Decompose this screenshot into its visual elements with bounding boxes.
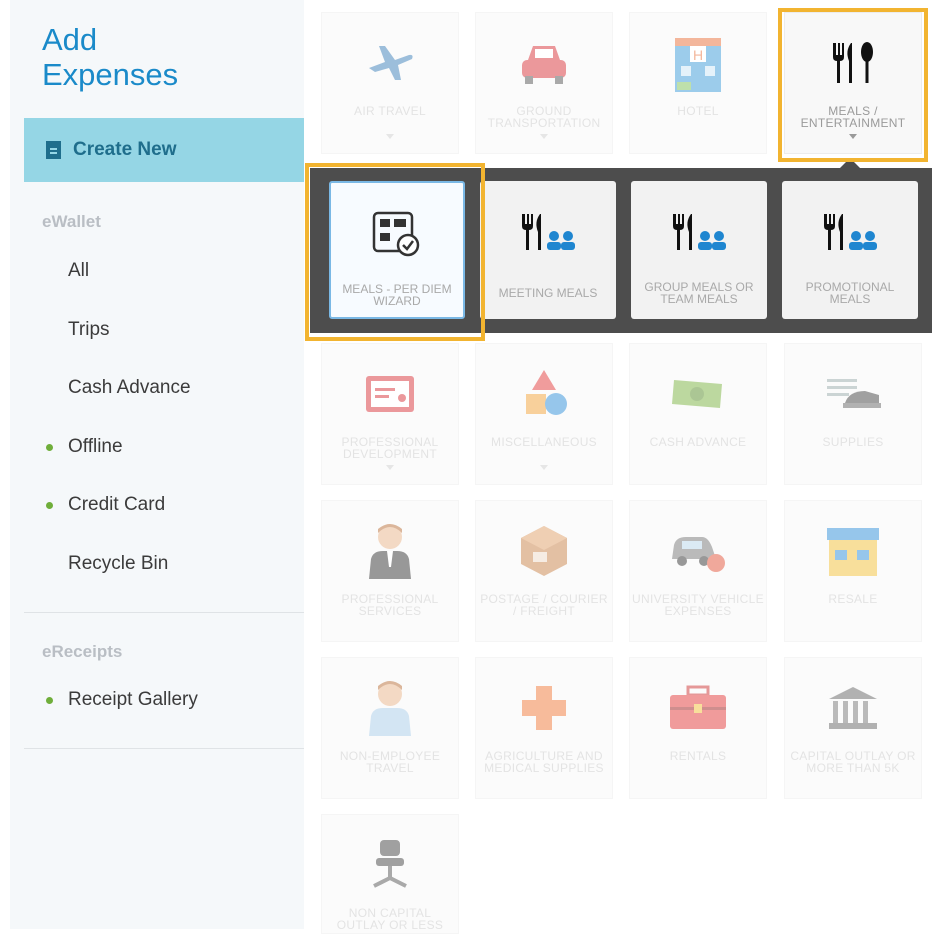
cash-icon bbox=[672, 380, 722, 408]
category-non-capital-outlay[interactable]: NON CAPITAL OUTLAY OR LESS bbox=[321, 814, 459, 934]
promotional-meals-icon bbox=[824, 214, 877, 250]
sidebar-item-offline[interactable]: Offline bbox=[46, 436, 123, 458]
package-icon bbox=[521, 526, 567, 576]
sidebar-item-credit-card[interactable]: Credit Card bbox=[46, 494, 165, 516]
submenu-pointer bbox=[840, 158, 860, 168]
hotel-icon: H bbox=[675, 38, 721, 92]
medical-cross-icon bbox=[522, 686, 566, 730]
certificate-icon bbox=[366, 376, 414, 412]
car-icon bbox=[522, 46, 566, 84]
category-resale[interactable]: RESALE bbox=[784, 500, 922, 642]
category-professional-development[interactable]: PROFESSIONAL DEVELOPMENT bbox=[321, 343, 459, 485]
category-miscellaneous[interactable]: MISCELLANEOUS bbox=[475, 343, 613, 485]
chevron-down-icon bbox=[540, 134, 548, 139]
vehicle-icon bbox=[672, 537, 725, 572]
chevron-down-icon bbox=[849, 134, 857, 139]
divider bbox=[24, 748, 304, 749]
page-title: Add Expenses bbox=[42, 22, 179, 92]
sidebar-item-trips[interactable]: Trips bbox=[68, 319, 110, 341]
store-icon bbox=[827, 528, 879, 576]
create-new-label: Create New bbox=[73, 139, 177, 160]
category-capital-outlay[interactable]: CAPITAL OUTLAY OR MORE THAN 5K bbox=[784, 657, 922, 799]
document-icon bbox=[46, 141, 61, 159]
sidebar-item-receipt-gallery[interactable]: Receipt Gallery bbox=[46, 689, 198, 711]
status-dot bbox=[46, 444, 53, 451]
toolbox-icon bbox=[670, 685, 726, 729]
cutlery-icon bbox=[833, 42, 873, 83]
category-university-vehicle-expenses[interactable]: UNIVERSITY VEHICLE EXPENSES bbox=[629, 500, 767, 642]
chevron-down-icon bbox=[540, 465, 548, 470]
sidebar-item-recycle-bin[interactable]: Recycle Bin bbox=[68, 553, 168, 575]
businessman-icon bbox=[369, 524, 411, 579]
stapler-icon bbox=[827, 379, 881, 408]
chevron-down-icon bbox=[386, 465, 394, 470]
person-icon bbox=[369, 681, 411, 736]
submenu-group-meals[interactable]: GROUP MEALS OR TEAM MEALS bbox=[631, 181, 767, 319]
submenu-promotional-meals[interactable]: PROMOTIONAL MEALS bbox=[782, 181, 918, 319]
sidebar: Add Expenses Create New eWallet All Trip… bbox=[10, 0, 304, 929]
shapes-icon bbox=[526, 370, 567, 415]
category-cash-advance[interactable]: CASH ADVANCE bbox=[629, 343, 767, 485]
category-agriculture-medical-supplies[interactable]: AGRICULTURE AND MEDICAL SUPPLIES bbox=[475, 657, 613, 799]
category-ground-transportation[interactable]: GROUND TRANSPORTATION bbox=[475, 12, 613, 154]
category-professional-services[interactable]: PROFESSIONAL SERVICES bbox=[321, 500, 459, 642]
group-meals-icon bbox=[673, 214, 726, 250]
office-chair-icon bbox=[373, 840, 407, 888]
divider bbox=[24, 612, 304, 613]
category-air-travel[interactable]: AIR TRAVEL bbox=[321, 12, 459, 154]
category-postage-courier-freight[interactable]: POSTAGE / COURIER / FREIGHT bbox=[475, 500, 613, 642]
bank-icon bbox=[829, 687, 877, 729]
category-rentals[interactable]: RENTALS bbox=[629, 657, 767, 799]
submenu-meals-per-diem-wizard[interactable]: MEALS - PER DIEM WIZARD bbox=[329, 181, 465, 319]
meeting-meals-icon bbox=[522, 214, 575, 250]
category-non-employee-travel[interactable]: NON-EMPLOYEE TRAVEL bbox=[321, 657, 459, 799]
chevron-down-icon bbox=[386, 134, 394, 139]
airplane-icon bbox=[369, 46, 413, 80]
sidebar-item-all[interactable]: All bbox=[68, 260, 89, 282]
per-diem-wizard-icon bbox=[372, 211, 420, 257]
ereceipts-heading: eReceipts bbox=[42, 642, 123, 661]
submenu-meeting-meals[interactable]: MEETING MEALS bbox=[480, 181, 616, 319]
category-hotel[interactable]: H HOTEL bbox=[629, 12, 767, 154]
category-meals-entertainment[interactable]: MEALS / ENTERTAINMENT bbox=[784, 12, 922, 154]
sidebar-item-cash-advance[interactable]: Cash Advance bbox=[68, 377, 191, 399]
create-new-button[interactable]: Create New bbox=[24, 118, 304, 182]
svg-text:H: H bbox=[693, 47, 703, 63]
category-supplies[interactable]: SUPPLIES bbox=[784, 343, 922, 485]
status-dot bbox=[46, 502, 53, 509]
status-dot bbox=[46, 697, 53, 704]
ewallet-heading: eWallet bbox=[42, 212, 101, 231]
